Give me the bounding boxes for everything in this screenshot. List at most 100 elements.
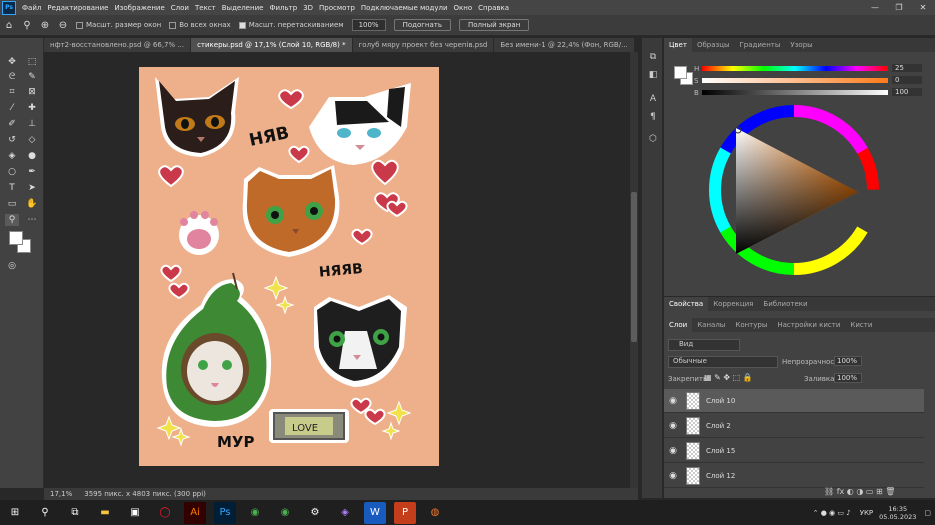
zoom-tool-active-icon[interactable]: ⚲ (5, 214, 19, 226)
illustrator-icon[interactable]: Ai (184, 501, 206, 524)
layer-row[interactable]: ◉ Слой 12 (664, 464, 924, 488)
fit-screen-button[interactable]: Подогнать (393, 19, 451, 31)
layer-row[interactable]: ◉ Слой 2 (664, 414, 924, 438)
menu-image[interactable]: Изображение (111, 4, 167, 12)
tab-libraries[interactable]: Библиотеки (758, 300, 812, 308)
more-tools-icon[interactable]: ⋯ (25, 214, 39, 226)
dodge-tool-icon[interactable]: ○ (5, 166, 19, 178)
resize-windows-checkbox[interactable] (76, 21, 83, 29)
lasso-tool-icon[interactable]: ᘓ (5, 71, 19, 83)
zoom-out-icon[interactable]: ⊖ (56, 18, 70, 32)
tab-gradients[interactable]: Градиенты (735, 41, 786, 49)
windows-start-icon[interactable]: ⊞ (4, 502, 26, 524)
marquee-tool-icon[interactable]: ⬚ (25, 56, 39, 68)
paint-bucket-icon[interactable]: ◈ (5, 150, 19, 162)
tab-brushes[interactable]: Кисти (845, 321, 877, 329)
tab-paths[interactable]: Контуры (730, 321, 772, 329)
eraser-tool-icon[interactable]: ◇ (25, 134, 39, 146)
saturation-slider[interactable] (702, 78, 888, 83)
color-panel-icon[interactable]: ◧ (646, 70, 660, 84)
stamp-tool-icon[interactable]: ⊥ (25, 118, 39, 130)
h-value[interactable]: 25 (892, 64, 922, 72)
fullscreen-button[interactable]: Полный экран (459, 19, 530, 31)
layer-name[interactable]: Слой 10 (706, 397, 735, 405)
type-tool-icon[interactable]: T (5, 182, 19, 194)
photoshop-taskbar-icon[interactable]: Ps (214, 501, 236, 524)
rectangle-tool-icon[interactable]: ▭ (5, 198, 19, 210)
menu-edit[interactable]: Редактирование (44, 4, 111, 12)
home-icon[interactable]: ⌂ (2, 18, 16, 32)
word-icon[interactable]: W (364, 501, 386, 524)
powerpoint-icon[interactable]: P (394, 501, 416, 524)
resize-windows-option[interactable]: Масшт. размер окон (76, 21, 161, 29)
menu-type[interactable]: Текст (192, 4, 219, 12)
path-select-icon[interactable]: ➤ (25, 182, 39, 194)
character-icon[interactable]: A (646, 94, 660, 108)
tab-golub[interactable]: голуб мяру проект без черепів.psd (352, 38, 495, 52)
tab-adjustments[interactable]: Коррекция (708, 300, 758, 308)
layer-row[interactable]: ◉ Слой 10 (664, 389, 924, 413)
visibility-icon[interactable]: ◉ (664, 396, 682, 406)
menu-view[interactable]: Просмотр (316, 4, 358, 12)
all-windows-checkbox[interactable] (169, 21, 177, 29)
menu-help[interactable]: Справка (475, 4, 512, 12)
tab-untitled[interactable]: Без имени-1 @ 22,4% (Фон, RGB/... (494, 38, 635, 52)
hand-tool-icon[interactable]: ✋ (25, 198, 39, 210)
tab-swatches[interactable]: Образцы (692, 41, 735, 49)
color-wheel[interactable] (708, 104, 880, 276)
menu-3d[interactable]: 3D (300, 4, 316, 12)
move-tool-icon[interactable]: ✥ (5, 56, 19, 68)
zoom-tool-icon[interactable]: ⚲ (20, 18, 34, 32)
minimize-button[interactable]: — (863, 3, 887, 12)
b-value[interactable]: 100 (892, 88, 922, 96)
history-brush-icon[interactable]: ↺ (5, 134, 19, 146)
brightness-slider[interactable] (702, 90, 888, 95)
tab-color[interactable]: Цвет (664, 38, 692, 52)
zoom-status[interactable]: 17,1% (50, 490, 72, 498)
scrubby-zoom-checkbox[interactable] (238, 21, 246, 29)
menu-file[interactable]: Файл (19, 4, 44, 12)
history-icon[interactable]: ⧉ (646, 52, 660, 66)
canvas-vertical-scrollbar[interactable] (630, 52, 638, 488)
tab-brush-settings[interactable]: Настройки кисти (772, 321, 845, 329)
scrubby-zoom-option[interactable]: Масшт. перетаскиванием (238, 21, 344, 29)
opera-icon[interactable]: ◯ (154, 502, 176, 524)
layer-name[interactable]: Слой 12 (706, 472, 735, 480)
brush-tool-icon[interactable]: ✐ (5, 118, 19, 130)
3d-icon[interactable]: ⬡ (646, 134, 660, 148)
settings-icon[interactable]: ⚙ (304, 502, 326, 524)
frame-tool-icon[interactable]: ⊠ (25, 86, 39, 98)
zoom-value-field[interactable]: 100% (351, 19, 386, 31)
clock[interactable]: 16:35 05.05.2023 (879, 505, 916, 521)
tray-icons[interactable]: ⌃ ● ◉ ▭ ♪ (813, 509, 851, 517)
crop-tool-icon[interactable]: ⌗ (5, 86, 19, 98)
search-icon[interactable]: ⚲ (34, 502, 56, 524)
lock-icons[interactable]: ▦ ✎ ✥ ⬚ 🔒 (704, 373, 753, 382)
chrome-alt-icon[interactable]: ◉ (274, 502, 296, 524)
tab-patterns[interactable]: Узоры (785, 41, 817, 49)
healing-tool-icon[interactable]: ✚ (25, 102, 39, 114)
all-windows-option[interactable]: Во всех окнах (169, 21, 231, 29)
paragraph-icon[interactable]: ¶ (646, 112, 660, 126)
layer-actions-bar[interactable]: ⛓ fx ◐ ◑ ▭ ⊞ 🗑 (824, 487, 895, 496)
maximize-button[interactable]: ❐ (887, 3, 911, 12)
pen-tool-icon[interactable]: ✒ (25, 166, 39, 178)
menu-window[interactable]: Окно (451, 4, 476, 12)
menu-select[interactable]: Выделение (219, 4, 267, 12)
tab-properties[interactable]: Свойства (664, 297, 709, 311)
visibility-icon[interactable]: ◉ (664, 421, 682, 431)
hue-slider[interactable] (702, 66, 888, 71)
visibility-icon[interactable]: ◉ (664, 471, 682, 481)
blur-tool-icon[interactable]: ● (25, 150, 39, 162)
tab-layers[interactable]: Слои (664, 318, 693, 332)
task-view-icon[interactable]: ⧉ (64, 502, 86, 524)
foreground-color-swatch[interactable] (9, 231, 23, 245)
menu-filter[interactable]: Фильтр (266, 4, 300, 12)
chrome-icon[interactable]: ◉ (244, 502, 266, 524)
document-canvas[interactable]: НЯВ НЯЯВ МУР LOVE (139, 67, 439, 466)
layer-name[interactable]: Слой 2 (706, 422, 731, 430)
opacity-field[interactable]: 100% (834, 356, 862, 366)
blender-icon[interactable]: ◍ (424, 502, 446, 524)
zoom-in-icon[interactable]: ⊕ (38, 18, 52, 32)
visibility-icon[interactable]: ◉ (664, 446, 682, 456)
